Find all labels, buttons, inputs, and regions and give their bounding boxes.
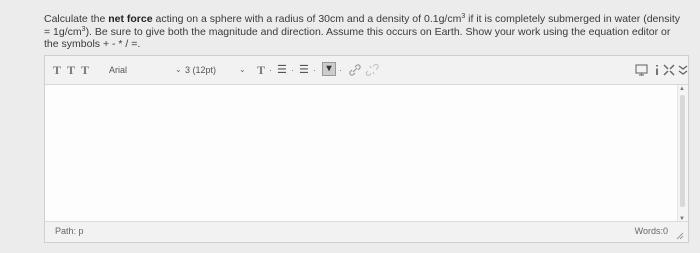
font-family-dropdown-icon[interactable]: ⌄	[175, 56, 182, 84]
scrollbar-thumb[interactable]	[680, 95, 685, 207]
image-icon[interactable]	[635, 64, 648, 76]
question-part-2: acting on a sphere with a radius of 30cm…	[152, 13, 462, 25]
editor-content-area[interactable]	[45, 85, 676, 223]
question-text: Calculate the net force acting on a sphe…	[44, 13, 684, 51]
bullet-list-button[interactable]: ☰	[277, 56, 287, 84]
bullet-list-dropdown-icon[interactable]: ·	[291, 56, 294, 84]
link-icon[interactable]	[349, 64, 361, 76]
editor-statusbar: Path: p Words:0	[45, 221, 688, 242]
question-part-1: Calculate the	[44, 13, 109, 25]
numbered-list-button[interactable]: ☰	[299, 56, 309, 84]
highlight-dropdown-icon[interactable]: ·	[339, 56, 342, 84]
resize-handle-icon[interactable]	[675, 231, 684, 240]
unlink-icon[interactable]	[365, 64, 379, 76]
numbered-list-dropdown-icon[interactable]: ·	[313, 56, 316, 84]
question-part-4: ). Be sure to give both the magnitude an…	[44, 25, 671, 51]
highlight-button[interactable]: ▾	[322, 62, 336, 76]
font-family-select[interactable]: Arial	[109, 56, 127, 84]
rich-text-editor: T T T Arial ⌄ 3 (12pt) ⌄ T · ☰ · ☰ · ▾ ·	[44, 55, 689, 243]
toolbar-toggle-icon[interactable]	[678, 64, 688, 76]
editor-scrollbar[interactable]: ▲ ▼	[677, 85, 688, 223]
scroll-up-icon[interactable]: ▲	[679, 86, 685, 92]
special-character-icon[interactable]	[653, 64, 661, 76]
element-path: Path: p	[55, 226, 84, 236]
text-color-button[interactable]: T	[257, 56, 265, 84]
word-count: Words:0	[634, 226, 668, 236]
editor-toolbar: T T T Arial ⌄ 3 (12pt) ⌄ T · ☰ · ☰ · ▾ ·	[45, 56, 688, 85]
fullscreen-icon[interactable]	[663, 64, 675, 76]
format-italic-button[interactable]: T	[67, 56, 75, 84]
format-bold-button[interactable]: T	[53, 56, 61, 84]
font-size-dropdown-icon[interactable]: ⌄	[239, 56, 246, 84]
font-size-select[interactable]: 3 (12pt)	[185, 56, 216, 84]
question-bold-term: net force	[108, 13, 153, 25]
format-underline-button[interactable]: T	[81, 56, 89, 84]
text-color-dropdown-icon[interactable]: ·	[269, 56, 272, 84]
